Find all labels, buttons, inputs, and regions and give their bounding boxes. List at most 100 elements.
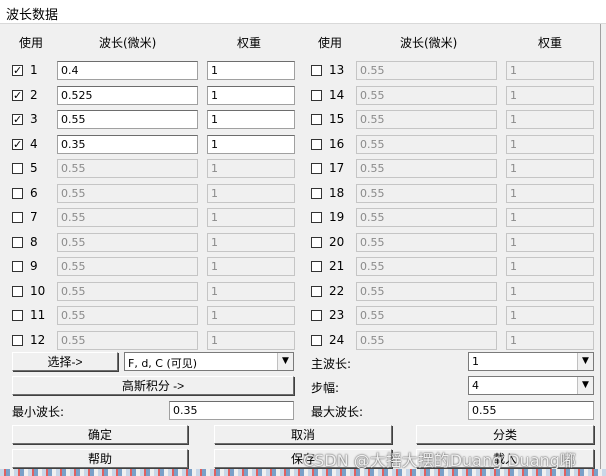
row-number: 15 [329, 112, 345, 126]
row-number: 14 [329, 87, 345, 102]
cancel-button[interactable]: 取消 [214, 425, 392, 444]
weight-input[interactable]: 1 [506, 183, 594, 203]
row-number: 1 [30, 63, 38, 77]
use-checkbox[interactable] [311, 187, 322, 199]
use-checkbox[interactable] [12, 285, 23, 297]
weight-input[interactable]: 1 [506, 85, 594, 105]
wavelength-input[interactable]: 0.55 [356, 110, 497, 129]
wavelength-input[interactable]: 0.55 [356, 306, 497, 325]
weight-input[interactable]: 1 [506, 306, 594, 325]
use-checkbox[interactable] [311, 65, 322, 76]
weight-input[interactable]: 1 [207, 85, 295, 105]
use-checkbox[interactable] [12, 310, 23, 321]
weight-input[interactable]: 1 [506, 232, 594, 252]
primary-wavelength-combo[interactable]: 1 ▼ [468, 352, 594, 371]
wavelength-input[interactable]: 0.55 [356, 85, 497, 105]
use-checkbox[interactable] [311, 114, 322, 125]
weight-input[interactable]: 1 [506, 159, 594, 178]
use-checkbox[interactable] [12, 236, 23, 248]
use-checkbox[interactable] [12, 261, 23, 272]
weight-input[interactable]: 1 [506, 208, 594, 227]
step-combo[interactable]: 4 ▼ [468, 376, 594, 395]
wavelength-input[interactable]: 0.55 [57, 257, 198, 276]
wavelength-input[interactable]: 0.55 [356, 134, 497, 154]
wavelength-input[interactable]: 0.35 [57, 134, 198, 154]
use-checkbox[interactable] [12, 212, 23, 223]
weight-input[interactable]: 1 [207, 232, 295, 252]
weight-input[interactable]: 1 [506, 257, 594, 276]
ok-button[interactable]: 确定 [12, 425, 188, 444]
use-checkbox[interactable] [311, 261, 322, 272]
title-bar: 波长数据 [0, 0, 606, 24]
wavelength-input[interactable]: 0.55 [57, 232, 198, 252]
use-checkbox[interactable] [311, 89, 322, 101]
wavelength-input[interactable]: 0.55 [356, 61, 497, 80]
select-button[interactable]: 选择-> [12, 352, 118, 371]
min-wavelength-field[interactable]: 0.35 [169, 401, 294, 420]
weight-input[interactable]: 1 [506, 330, 594, 350]
use-checkbox[interactable]: ✓ [12, 138, 23, 150]
use-checkbox[interactable] [12, 163, 23, 174]
weight-input[interactable]: 1 [207, 330, 295, 350]
weight-input[interactable]: 1 [207, 110, 295, 129]
wavelength-input[interactable]: 0.525 [57, 85, 198, 105]
weight-input[interactable]: 1 [506, 281, 594, 301]
max-wavelength-label: 最大波长: [311, 405, 364, 419]
wavelength-input[interactable]: 0.4 [57, 61, 198, 80]
wavelength-input[interactable]: 0.55 [57, 330, 198, 350]
chevron-down-icon[interactable]: ▼ [277, 353, 293, 370]
preset-combo[interactable]: F, d, C (可见) ▼ [124, 352, 294, 371]
sort-button[interactable]: 分类 [416, 425, 594, 444]
row-number: 20 [329, 234, 345, 249]
row-number: 5 [30, 161, 38, 175]
chevron-down-icon[interactable]: ▼ [577, 377, 593, 394]
use-checkbox[interactable] [311, 236, 322, 248]
weight-input[interactable]: 1 [207, 281, 295, 301]
use-checkbox[interactable] [12, 334, 23, 346]
row-number: 23 [329, 308, 345, 322]
weight-input[interactable]: 1 [207, 257, 295, 276]
wavelength-input[interactable]: 0.55 [356, 257, 497, 276]
wavelength-input[interactable]: 0.55 [356, 232, 497, 252]
weight-input[interactable]: 1 [506, 134, 594, 154]
weight-input[interactable]: 1 [207, 61, 295, 80]
use-checkbox[interactable] [311, 163, 322, 174]
wavelength-input[interactable]: 0.55 [356, 281, 497, 301]
wavelength-input[interactable]: 0.55 [356, 183, 497, 203]
chevron-down-icon[interactable]: ▼ [577, 353, 593, 370]
wavelength-input[interactable]: 0.55 [57, 110, 198, 129]
row-number: 19 [329, 210, 345, 224]
gauss-quadrature-button[interactable]: 高斯积分 -> [12, 376, 294, 395]
use-checkbox[interactable]: ✓ [12, 65, 23, 76]
use-checkbox[interactable] [311, 334, 322, 346]
weight-input[interactable]: 1 [506, 110, 594, 129]
weight-input[interactable]: 1 [207, 183, 295, 203]
row-number: 11 [30, 308, 46, 322]
wavelength-input[interactable]: 0.55 [356, 159, 497, 178]
header-weight-right: 权重 [538, 36, 563, 50]
wavelength-input[interactable]: 0.55 [57, 183, 198, 203]
weight-input[interactable]: 1 [207, 306, 295, 325]
weight-input[interactable]: 1 [506, 61, 594, 80]
weight-input[interactable]: 1 [207, 159, 295, 178]
wavelength-input[interactable]: 0.55 [57, 208, 198, 227]
use-checkbox[interactable] [311, 138, 322, 150]
wavelength-input[interactable]: 0.55 [57, 306, 198, 325]
use-checkbox[interactable] [311, 285, 322, 297]
wavelength-input[interactable]: 0.55 [356, 208, 497, 227]
weight-input[interactable]: 1 [207, 134, 295, 154]
help-button[interactable]: 帮助 [12, 449, 188, 468]
use-checkbox[interactable]: ✓ [12, 89, 23, 101]
step-label: 步幅: [311, 381, 340, 395]
use-checkbox[interactable] [311, 310, 322, 321]
use-checkbox[interactable] [311, 212, 322, 223]
background-strip [0, 469, 606, 476]
max-wavelength-field[interactable]: 0.55 [468, 401, 594, 420]
wavelength-input[interactable]: 0.55 [57, 159, 198, 178]
use-checkbox[interactable] [12, 187, 23, 199]
wavelength-input[interactable]: 0.55 [57, 281, 198, 301]
wavelength-input[interactable]: 0.55 [356, 330, 497, 350]
weight-input[interactable]: 1 [207, 208, 295, 227]
use-checkbox[interactable]: ✓ [12, 114, 23, 125]
row-number: 2 [30, 87, 38, 102]
